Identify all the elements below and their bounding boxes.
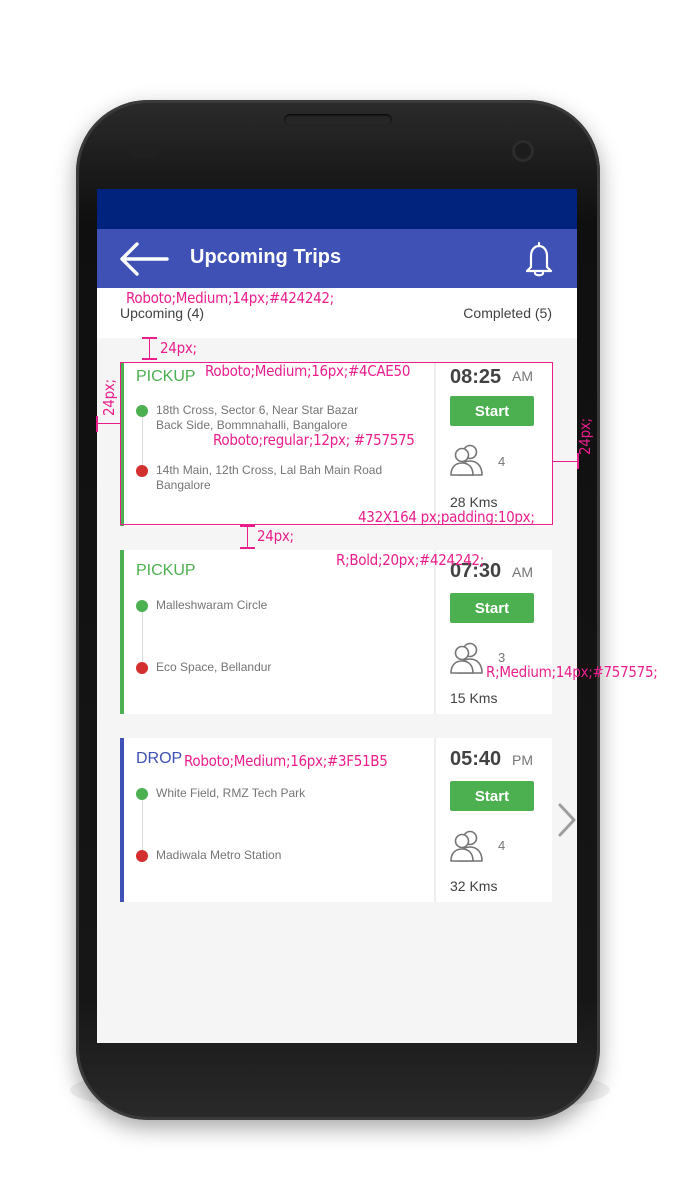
- card-divider: [434, 738, 436, 902]
- trip-distance: 32 Kms: [450, 878, 498, 894]
- annotation-gap-between: 24px;: [257, 527, 294, 545]
- annotation-tab-font: Roboto;Medium;14px;#424242;: [126, 289, 334, 307]
- seat-count: 4: [498, 838, 506, 853]
- people-icon: [450, 830, 483, 862]
- trip-ampm: AM: [512, 564, 533, 580]
- spacing-marker: [96, 423, 120, 424]
- trip-type-bar: [120, 738, 124, 902]
- spacing-marker: [247, 525, 248, 548]
- spacing-marker: [142, 358, 157, 360]
- annotation-right-pad: 24px;: [576, 418, 594, 455]
- drop-address: Eco Space, Bellandur: [156, 660, 272, 674]
- origin-dot-icon: [136, 600, 148, 612]
- spacing-marker: [553, 461, 579, 462]
- start-button[interactable]: Start: [450, 593, 534, 623]
- chevron-right-icon[interactable]: [556, 802, 578, 838]
- notifications-button[interactable]: [521, 239, 557, 279]
- tab-upcoming[interactable]: Upcoming (4): [120, 305, 204, 321]
- annotation-time-font: R;Bold;20px;#424242;: [336, 551, 484, 569]
- card-divider: [434, 550, 436, 714]
- annotation-address-font: Roboto;regular;12px; #757575: [213, 431, 415, 449]
- spacing-marker: [149, 337, 150, 359]
- destination-dot-icon: [136, 850, 148, 862]
- start-button[interactable]: Start: [450, 781, 534, 811]
- route-line: [142, 798, 143, 854]
- trip-type-bar: [120, 550, 124, 714]
- route-line: [142, 610, 143, 666]
- annotation-type-font: Roboto;Medium;16px;#4CAE50: [205, 362, 411, 380]
- phone-speaker: [284, 114, 392, 126]
- annotation-left-pad: 24px;: [100, 379, 118, 416]
- tab-completed[interactable]: Completed (5): [463, 305, 552, 321]
- drop-address: Madiwala Metro Station: [156, 848, 282, 862]
- status-bar: [97, 189, 577, 229]
- spacing-marker: [240, 547, 255, 549]
- spacing-marker: [96, 416, 98, 432]
- back-button[interactable]: [117, 239, 169, 279]
- trip-distance: 15 Kms: [450, 690, 498, 706]
- spacing-marker: [577, 453, 579, 469]
- people-icon: [450, 642, 483, 674]
- trip-ampm: PM: [512, 752, 533, 768]
- annotation-seats-font: R;Medium;14px;#757575;: [486, 663, 658, 681]
- spacing-marker: [142, 337, 157, 339]
- phone-sensor: [128, 144, 160, 158]
- app-bar: Upcoming Trips: [97, 229, 577, 288]
- annotation-drop-font: Roboto;Medium;16px;#3F51B5: [184, 752, 388, 770]
- annotation-card-size: 432X164 px;padding:10px;: [358, 508, 535, 526]
- spacing-marker: [240, 525, 255, 527]
- trip-type-label: PICKUP: [136, 562, 196, 579]
- bell-icon: [525, 241, 553, 277]
- origin-dot-icon: [136, 788, 148, 800]
- trip-type-label: DROP: [136, 750, 183, 767]
- page-title: Upcoming Trips: [190, 246, 342, 268]
- pickup-address: Malleshwaram Circle: [156, 598, 268, 612]
- trip-time: 05:40: [450, 748, 502, 770]
- annotation-gap-top: 24px;: [160, 339, 197, 357]
- trip-card[interactable]: PICKUP Malleshwaram Circle Eco Space, Be…: [120, 550, 552, 714]
- arrow-back-icon: [120, 242, 169, 276]
- pickup-address: White Field, RMZ Tech Park: [156, 786, 306, 800]
- phone-screen: Upcoming Trips Upcoming (4) Completed (5…: [97, 189, 577, 1043]
- destination-dot-icon: [136, 662, 148, 674]
- phone-camera: [512, 140, 534, 162]
